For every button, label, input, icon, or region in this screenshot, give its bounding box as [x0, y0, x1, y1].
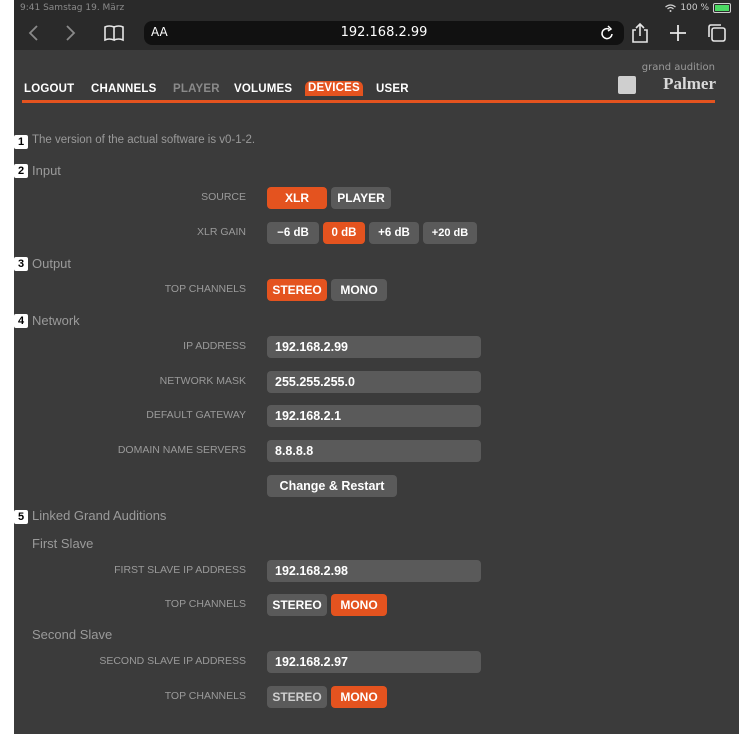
new-tab-icon[interactable]: [666, 21, 690, 45]
gain-0-button[interactable]: 0 dB: [323, 222, 365, 244]
ip-address-field[interactable]: 192.168.2.99: [267, 336, 481, 358]
linked-title: Linked Grand Auditions: [32, 508, 167, 523]
first-slave-ip-field[interactable]: 192.168.2.98: [267, 560, 481, 582]
status-bar: 9:41 Samstag 19. März 100 %: [14, 0, 739, 16]
second-slave-ip-field[interactable]: 192.168.2.97: [267, 651, 481, 673]
wifi-icon: [665, 4, 677, 12]
section-number-5: 5: [14, 510, 28, 524]
network-mask-field[interactable]: 255.255.255.0: [267, 371, 481, 393]
nav-divider: [22, 100, 715, 103]
dns-field[interactable]: 8.8.8.8: [267, 440, 481, 462]
battery-icon: [713, 3, 731, 13]
section-number-1: 1: [14, 135, 28, 149]
network-title: Network: [32, 313, 80, 328]
second-slave-mono-button[interactable]: MONO: [331, 686, 387, 708]
output-stereo-button[interactable]: STEREO: [267, 279, 327, 301]
gain-plus20-button[interactable]: +20 dB: [423, 222, 477, 244]
section-number-4: 4: [14, 314, 28, 328]
xlr-gain-label: XLR GAIN: [196, 226, 246, 238]
battery-percent: 100 %: [680, 3, 709, 13]
nav-logout[interactable]: LOGOUT: [24, 83, 74, 95]
second-slave-title: Second Slave: [32, 627, 113, 642]
input-title: Input: [32, 163, 61, 178]
source-label: SOURCE: [201, 191, 246, 203]
source-player-button[interactable]: PLAYER: [331, 187, 391, 209]
palmer-logo-icon: [618, 76, 636, 94]
first-slave-ip-label: FIRST SLAVE IP ADDRESS: [114, 564, 246, 576]
browser-toolbar: AA 192.168.2.99: [14, 16, 739, 50]
nav-channels[interactable]: CHANNELS: [91, 83, 157, 95]
source-xlr-button[interactable]: XLR: [267, 187, 327, 209]
software-version-text: The version of the actual software is v0…: [32, 134, 256, 146]
back-icon[interactable]: [22, 21, 46, 45]
status-time: 9:41 Samstag 19. März: [20, 3, 125, 13]
change-restart-button[interactable]: Change & Restart: [267, 475, 397, 497]
gain-plus6-button[interactable]: +6 dB: [369, 222, 419, 244]
first-slave-top-label: TOP CHANNELS: [164, 598, 246, 610]
output-title: Output: [32, 256, 72, 271]
second-slave-top-label: TOP CHANNELS: [164, 690, 246, 702]
second-slave-stereo-button[interactable]: STEREO: [267, 686, 327, 708]
share-icon[interactable]: [628, 21, 652, 45]
default-gateway-field[interactable]: 192.168.2.1: [267, 405, 481, 427]
url-text[interactable]: 192.168.2.99: [144, 25, 624, 40]
forward-icon[interactable]: [58, 21, 82, 45]
section-number-3: 3: [14, 257, 28, 271]
ip-address-label: IP ADDRESS: [183, 340, 246, 352]
default-gateway-label: DEFAULT GATEWAY: [146, 409, 246, 421]
top-channels-label: TOP CHANNELS: [164, 283, 246, 295]
nav-devices[interactable]: DEVICES: [305, 81, 363, 96]
brand-name: Palmer: [663, 74, 716, 93]
address-bar[interactable]: AA 192.168.2.99: [144, 21, 624, 45]
nav-player[interactable]: PLAYER: [173, 83, 220, 95]
section-number-2: 2: [14, 164, 28, 178]
brand-subtitle: grand audition: [641, 62, 715, 73]
nav-user[interactable]: USER: [376, 83, 409, 95]
first-slave-mono-button[interactable]: MONO: [331, 594, 387, 616]
status-right: 100 %: [665, 3, 731, 13]
gain-minus6-button[interactable]: −6 dB: [267, 222, 319, 244]
network-mask-label: NETWORK MASK: [159, 375, 246, 387]
nav-volumes[interactable]: VOLUMES: [234, 83, 292, 95]
first-slave-title: First Slave: [32, 536, 94, 551]
second-slave-ip-label: SECOND SLAVE IP ADDRESS: [99, 655, 246, 667]
reload-icon[interactable]: [600, 22, 616, 44]
brand-logo: grand audition Palmer: [614, 62, 716, 98]
tabs-icon[interactable]: [705, 21, 729, 45]
first-slave-stereo-button[interactable]: STEREO: [267, 594, 327, 616]
output-mono-button[interactable]: MONO: [331, 279, 387, 301]
bookmarks-icon[interactable]: [102, 21, 126, 45]
app-frame: 9:41 Samstag 19. März 100 % AA 192.168.2…: [14, 0, 739, 734]
dns-label: DOMAIN NAME SERVERS: [117, 444, 246, 456]
